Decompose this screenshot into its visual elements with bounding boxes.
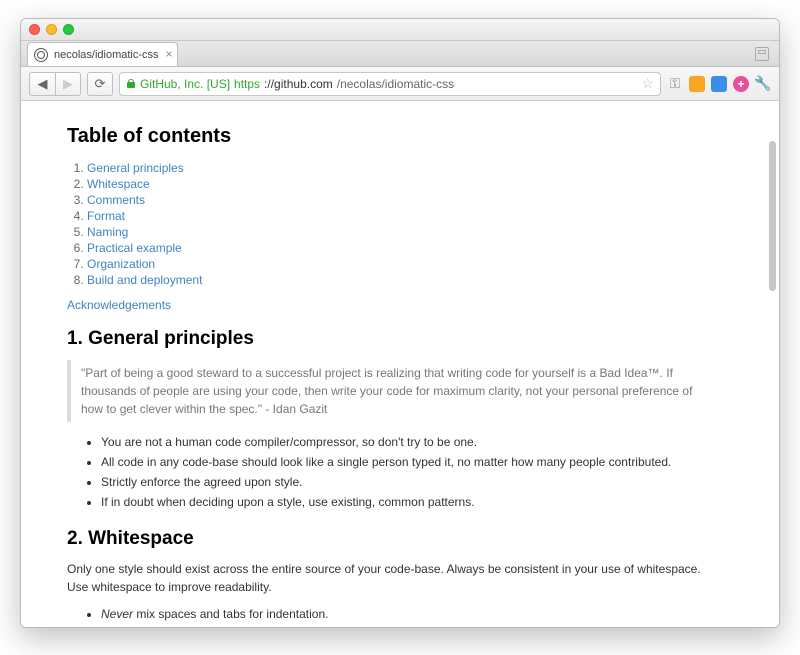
- url-proto: https: [234, 77, 260, 91]
- nav-buttons: ◀ ▶: [29, 72, 81, 96]
- toc-item: Naming: [87, 224, 725, 240]
- toc-link-organization[interactable]: Organization: [87, 257, 155, 271]
- list-item-text: mix spaces and tabs for indentation.: [133, 607, 328, 621]
- section-1-heading: 1. General principles: [67, 328, 725, 350]
- toc-list: General principles Whitespace Comments F…: [67, 160, 725, 288]
- settings-wrench-icon[interactable]: 🔧: [755, 76, 771, 92]
- list-item: If in doubt when deciding upon a style, …: [101, 492, 725, 512]
- toc-heading: Table of contents: [67, 125, 725, 148]
- toc-item: Comments: [87, 192, 725, 208]
- window-controls: [29, 24, 74, 35]
- toc-link-naming[interactable]: Naming: [87, 225, 128, 239]
- acknowledgements-link[interactable]: Acknowledgements: [67, 298, 171, 312]
- browser-window: necolas/idiomatic-css × ◀ ▶ ⟳ GitHub, In…: [20, 18, 780, 628]
- toc-item: Whitespace: [87, 176, 725, 192]
- section-2-bullets: Never mix spaces and tabs for indentatio…: [67, 604, 725, 627]
- page-content: Table of contents General principles Whi…: [21, 101, 765, 627]
- reload-button[interactable]: ⟳: [87, 72, 113, 96]
- toolbar: ◀ ▶ ⟳ GitHub, Inc. [US] https ://github.c…: [21, 67, 779, 101]
- toc-link-general-principles[interactable]: General principles: [87, 161, 184, 175]
- url-path: /necolas/idiomatic-css: [337, 77, 454, 91]
- lock-icon: [126, 79, 136, 89]
- ext-blue-icon[interactable]: [711, 76, 727, 92]
- minimize-window-button[interactable]: [46, 24, 57, 35]
- url-host: ://github.com: [264, 77, 333, 91]
- tab-favicon-icon: [34, 48, 48, 62]
- toc-link-build-and-deployment[interactable]: Build and deployment: [87, 273, 202, 287]
- ext-add-icon[interactable]: [733, 76, 749, 92]
- scrollbar-thumb[interactable]: [769, 141, 776, 291]
- section-2-heading: 2. Whitespace: [67, 528, 725, 550]
- toc: General principles Whitespace Comments F…: [67, 160, 725, 288]
- forward-button[interactable]: ▶: [55, 72, 81, 96]
- back-button[interactable]: ◀: [29, 72, 55, 96]
- section-1-bullets: You are not a human code compiler/compre…: [67, 432, 725, 512]
- page-viewport: Table of contents General principles Whi…: [21, 101, 779, 627]
- toc-item: Format: [87, 208, 725, 224]
- toc-item: Organization: [87, 256, 725, 272]
- maximize-icon[interactable]: [755, 47, 769, 61]
- list-item: Never mix spaces and tabs for indentatio…: [101, 604, 725, 624]
- emphasis: Never: [101, 607, 133, 621]
- tab-close-icon[interactable]: ×: [166, 47, 173, 61]
- key-icon[interactable]: ⚿: [667, 76, 683, 92]
- bookmark-star-icon[interactable]: ☆: [641, 75, 654, 92]
- list-item: You are not a human code compiler/compre…: [101, 432, 725, 452]
- toc-item: Build and deployment: [87, 272, 725, 288]
- acknowledgements: Acknowledgements: [67, 298, 725, 312]
- titlebar: [21, 19, 779, 41]
- close-window-button[interactable]: [29, 24, 40, 35]
- extension-icons: ⚿ 🔧: [667, 76, 771, 92]
- list-item: Strictly enforce the agreed upon style.: [101, 472, 725, 492]
- list-item: Choose between soft indents (spaces) or …: [101, 624, 725, 627]
- tab-strip: necolas/idiomatic-css ×: [21, 41, 779, 67]
- toc-item: Practical example: [87, 240, 725, 256]
- browser-tab[interactable]: necolas/idiomatic-css ×: [27, 42, 178, 66]
- toc-item: General principles: [87, 160, 725, 176]
- toc-link-comments[interactable]: Comments: [87, 193, 145, 207]
- list-item: All code in any code-base should look li…: [101, 452, 725, 472]
- toc-link-practical-example[interactable]: Practical example: [87, 241, 182, 255]
- url-org: GitHub, Inc. [US]: [140, 77, 230, 91]
- toc-link-format[interactable]: Format: [87, 209, 125, 223]
- zoom-window-button[interactable]: [63, 24, 74, 35]
- toc-link-whitespace[interactable]: Whitespace: [87, 177, 150, 191]
- ext-orange-icon[interactable]: [689, 76, 705, 92]
- section-2-para: Only one style should exist across the e…: [67, 560, 725, 596]
- tab-title: necolas/idiomatic-css: [54, 49, 159, 61]
- url-bar[interactable]: GitHub, Inc. [US] https ://github.com/nec…: [119, 72, 661, 96]
- section-1-quote: "Part of being a good steward to a succe…: [67, 360, 725, 422]
